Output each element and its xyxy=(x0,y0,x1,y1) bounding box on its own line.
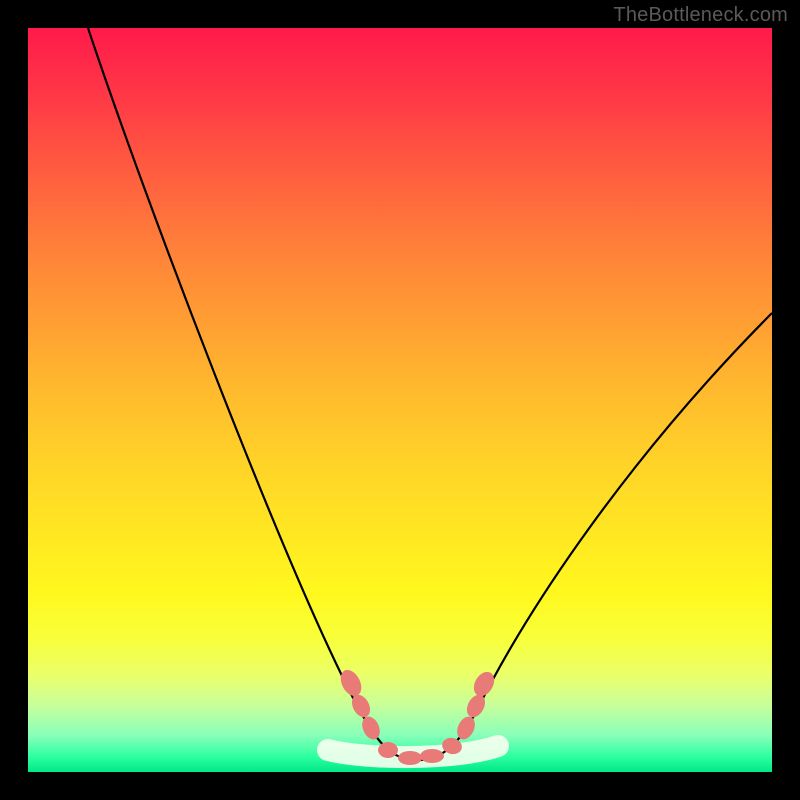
marker-dot xyxy=(470,668,499,700)
bottleneck-curve xyxy=(88,28,772,760)
chart-plot-area xyxy=(28,28,772,772)
watermark-text: TheBottleneck.com xyxy=(613,4,788,27)
marker-dot xyxy=(378,742,398,758)
bottleneck-curve-svg xyxy=(28,28,772,772)
marker-dot xyxy=(420,749,444,763)
marker-dot xyxy=(398,751,422,765)
marker-dot xyxy=(359,714,383,742)
marker-dot xyxy=(454,714,479,743)
